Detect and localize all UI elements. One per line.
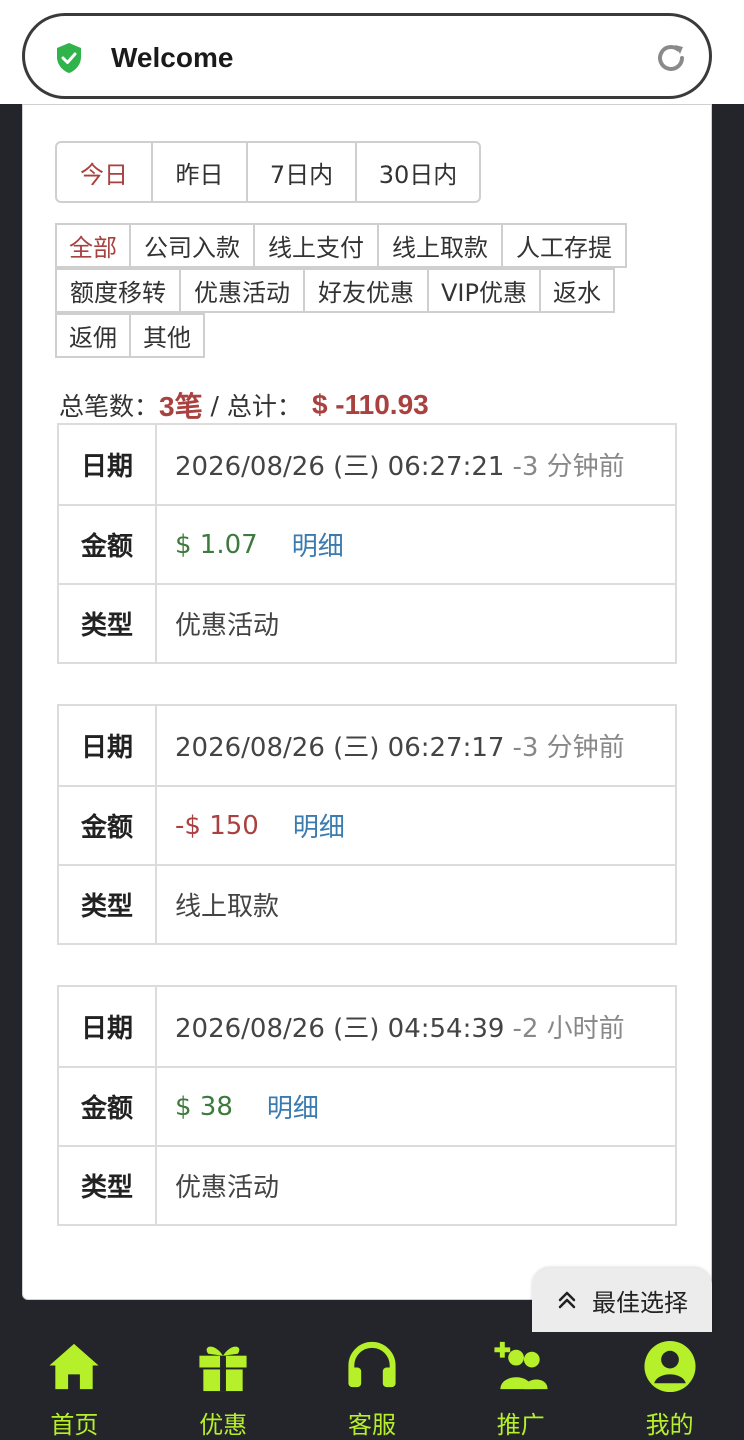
tab-today[interactable]: 今日: [57, 143, 151, 201]
record-type: 优惠活动: [175, 1173, 280, 1203]
total-amount: $ -110.93: [311, 389, 429, 420]
filter-online-withdrawal[interactable]: 线上取款: [377, 223, 503, 268]
filter-vip-bonus[interactable]: VIP优惠: [427, 268, 541, 313]
tab-7-days[interactable]: 7日内: [246, 143, 355, 201]
filter-company-deposit[interactable]: 公司入款: [129, 223, 255, 268]
filter-online-payment[interactable]: 线上支付: [253, 223, 379, 268]
headset-icon: [348, 1341, 396, 1388]
record-ago: -3 分钟前: [512, 452, 625, 482]
total-label: 总计：: [226, 392, 302, 421]
count-label: 总笔数：: [59, 392, 160, 421]
record-count: 3笔: [159, 391, 203, 422]
nav-support[interactable]: 客服: [298, 1332, 447, 1440]
bottom-nav: 首页 优惠 客服 推广 我的: [0, 1332, 744, 1440]
home-icon: [49, 1343, 99, 1390]
add-users-icon: [494, 1341, 548, 1390]
reload-icon[interactable]: [653, 40, 689, 76]
transaction-record: 日期 2026/08/26 (三) 06:27:21 -3 分钟前 金额 $ 1.…: [57, 423, 677, 664]
transaction-record: 日期 2026/08/26 (三) 06:27:17 -3 分钟前 金额 -$ 1…: [57, 704, 677, 945]
tab-30-days[interactable]: 30日内: [355, 143, 479, 201]
nav-home-label: 首页: [50, 1411, 99, 1439]
detail-link[interactable]: 明细: [292, 526, 344, 563]
nav-profile-label: 我的: [645, 1411, 694, 1439]
nav-referral[interactable]: 推广: [446, 1332, 595, 1440]
transaction-record: 日期 2026/08/26 (三) 04:54:39 -2 小时前 金额 $ 38…: [57, 985, 677, 1226]
nav-promotions-label: 优惠: [199, 1411, 248, 1439]
type-filter-chips: 全部 公司入款 线上支付 线上取款 人工存提 额度移转 优惠活动 好友优惠 VI…: [55, 223, 655, 358]
best-choice-button[interactable]: 最佳选择: [532, 1268, 712, 1332]
filter-rebate[interactable]: 返水: [539, 268, 615, 313]
amount-label: 金额: [59, 1068, 157, 1145]
date-range-tabs: 今日 昨日 7日内 30日内: [55, 141, 481, 203]
nav-referral-label: 推广: [496, 1411, 545, 1439]
record-date: 2026/08/26 (三) 06:27:17: [175, 733, 505, 763]
filter-promotions[interactable]: 优惠活动: [179, 268, 305, 313]
date-label: 日期: [59, 706, 157, 785]
top-bar: Welcome: [0, 0, 744, 104]
date-label: 日期: [59, 425, 157, 504]
gift-icon: [199, 1346, 247, 1392]
summary-separator: /: [202, 390, 227, 420]
filter-friend-bonus[interactable]: 好友优惠: [303, 268, 429, 313]
double-chevron-up-icon: [558, 1291, 576, 1309]
record-type: 优惠活动: [175, 611, 280, 641]
record-amount: $ 38: [175, 1091, 233, 1122]
amount-label: 金额: [59, 787, 157, 864]
best-choice-label: 最佳选择: [592, 1288, 688, 1317]
type-label: 类型: [59, 866, 157, 943]
record-type: 线上取款: [175, 892, 280, 922]
record-amount: -$ 150: [175, 810, 259, 841]
record-ago: -2 小时前: [512, 1014, 625, 1044]
type-label: 类型: [59, 1147, 157, 1224]
transactions-card: 今日 昨日 7日内 30日内 全部 公司入款 线上支付 线上取款 人工存提 额度…: [22, 104, 712, 1300]
type-label: 类型: [59, 585, 157, 662]
nav-promotions[interactable]: 优惠: [149, 1332, 298, 1440]
address-bar[interactable]: Welcome: [22, 13, 712, 99]
filter-credit-transfer[interactable]: 额度移转: [55, 268, 181, 313]
nav-support-label: 客服: [347, 1411, 396, 1439]
record-ago: -3 分钟前: [512, 733, 625, 763]
detail-link[interactable]: 明细: [293, 807, 345, 844]
filter-other[interactable]: 其他: [129, 313, 205, 358]
detail-link[interactable]: 明细: [267, 1088, 319, 1125]
page-title: Welcome: [111, 42, 234, 73]
record-date: 2026/08/26 (三) 04:54:39: [175, 1014, 505, 1044]
amount-label: 金额: [59, 506, 157, 583]
record-amount: $ 1.07: [175, 529, 258, 560]
nav-home[interactable]: 首页: [0, 1332, 149, 1440]
filter-commission[interactable]: 返佣: [55, 313, 131, 358]
summary-line: 总笔数： 3笔 / 总计： $ -110.93: [59, 385, 429, 425]
filter-manual[interactable]: 人工存提: [501, 223, 627, 268]
shield-check-icon: [57, 43, 81, 73]
filter-all[interactable]: 全部: [55, 223, 131, 268]
tab-yesterday[interactable]: 昨日: [151, 143, 246, 201]
nav-profile[interactable]: 我的: [595, 1332, 744, 1440]
user-icon: [644, 1340, 696, 1393]
date-label: 日期: [59, 987, 157, 1066]
record-date: 2026/08/26 (三) 06:27:21: [175, 452, 505, 482]
